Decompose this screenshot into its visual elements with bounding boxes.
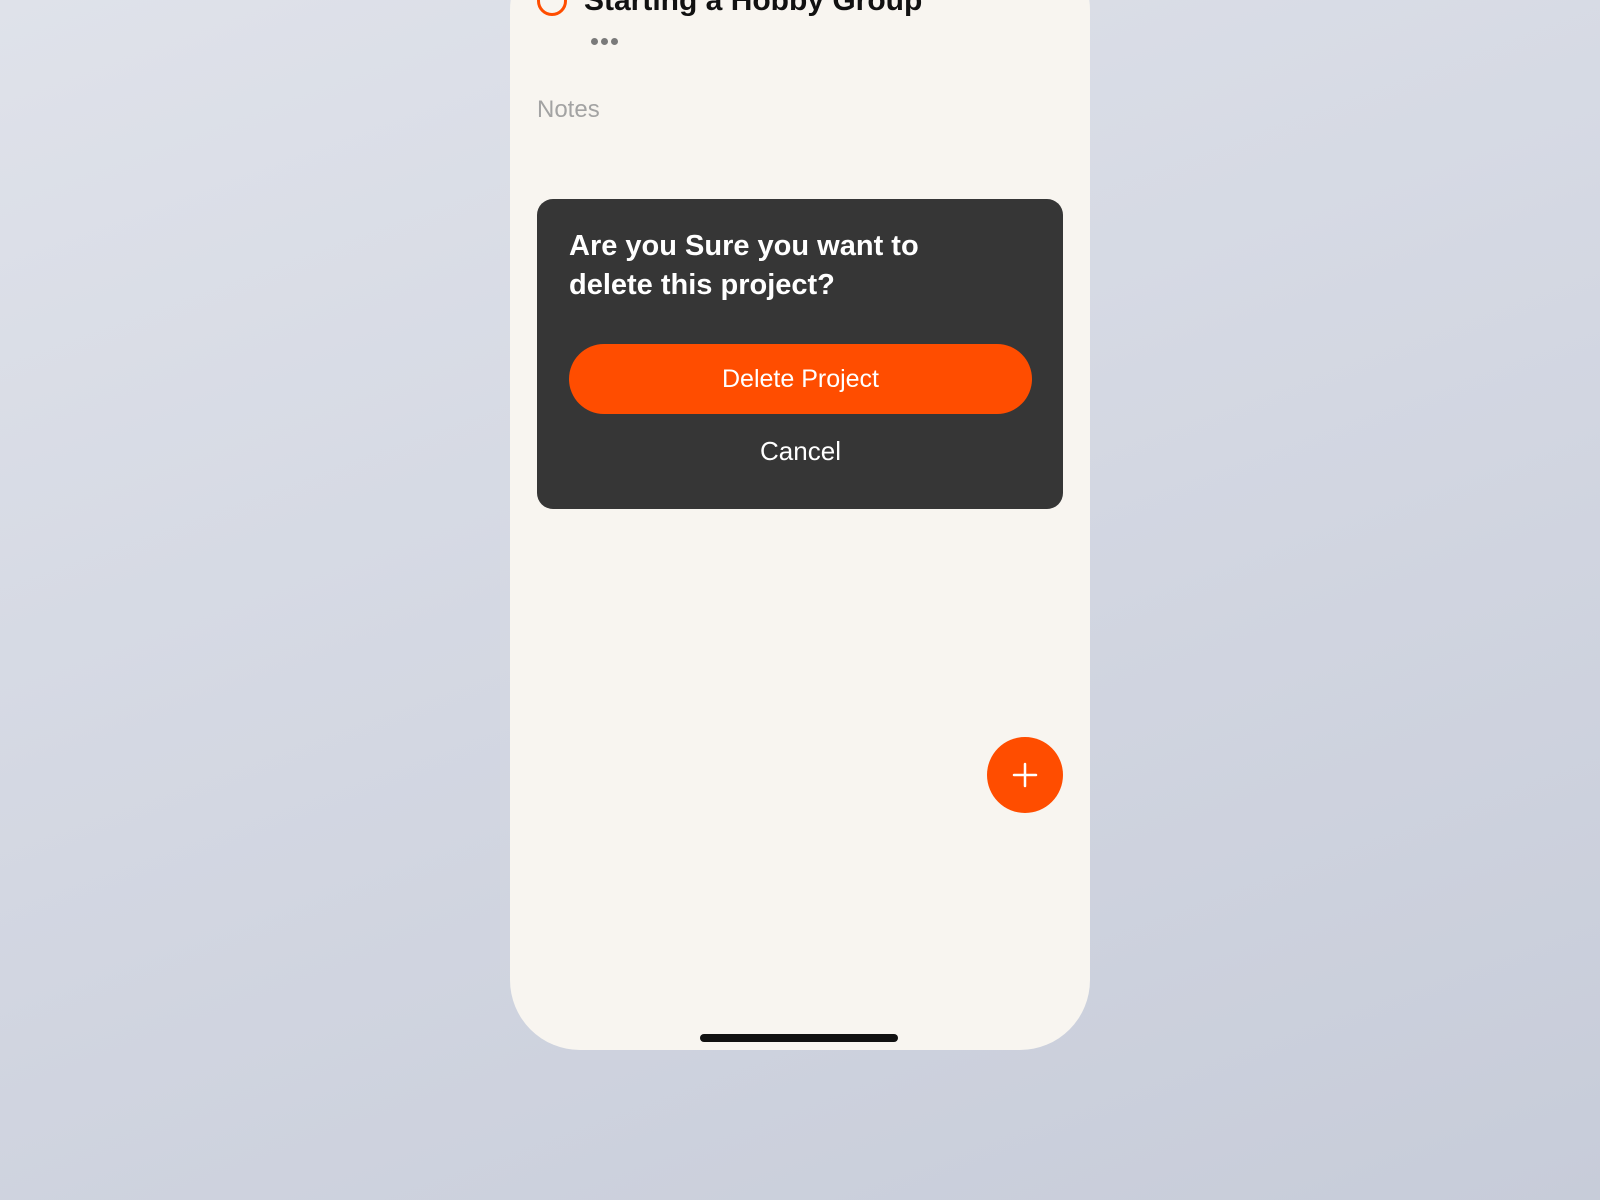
add-button[interactable]: [987, 737, 1063, 813]
dot: [591, 38, 598, 45]
dot: [601, 38, 608, 45]
notes-label[interactable]: Notes: [537, 96, 600, 124]
dialog-message: Are you Sure you want to delete this pro…: [569, 230, 919, 301]
project-row: Starting a Hobby Group: [537, 0, 922, 18]
circle-check-icon[interactable]: [537, 0, 567, 16]
project-title: Starting a Hobby Group: [584, 0, 923, 17]
cancel-button[interactable]: Cancel: [569, 429, 1032, 473]
dot: [611, 38, 618, 45]
home-indicator: [700, 1034, 898, 1042]
delete-project-button[interactable]: Delete Project: [569, 344, 1032, 414]
plus-icon: [1012, 762, 1038, 788]
phone-screen: Starting a Hobby Group Notes Are you Sur…: [510, 0, 1090, 1050]
delete-confirm-dialog: Are you Sure you want to delete this pro…: [537, 199, 1063, 509]
more-dots-icon[interactable]: [591, 38, 618, 45]
